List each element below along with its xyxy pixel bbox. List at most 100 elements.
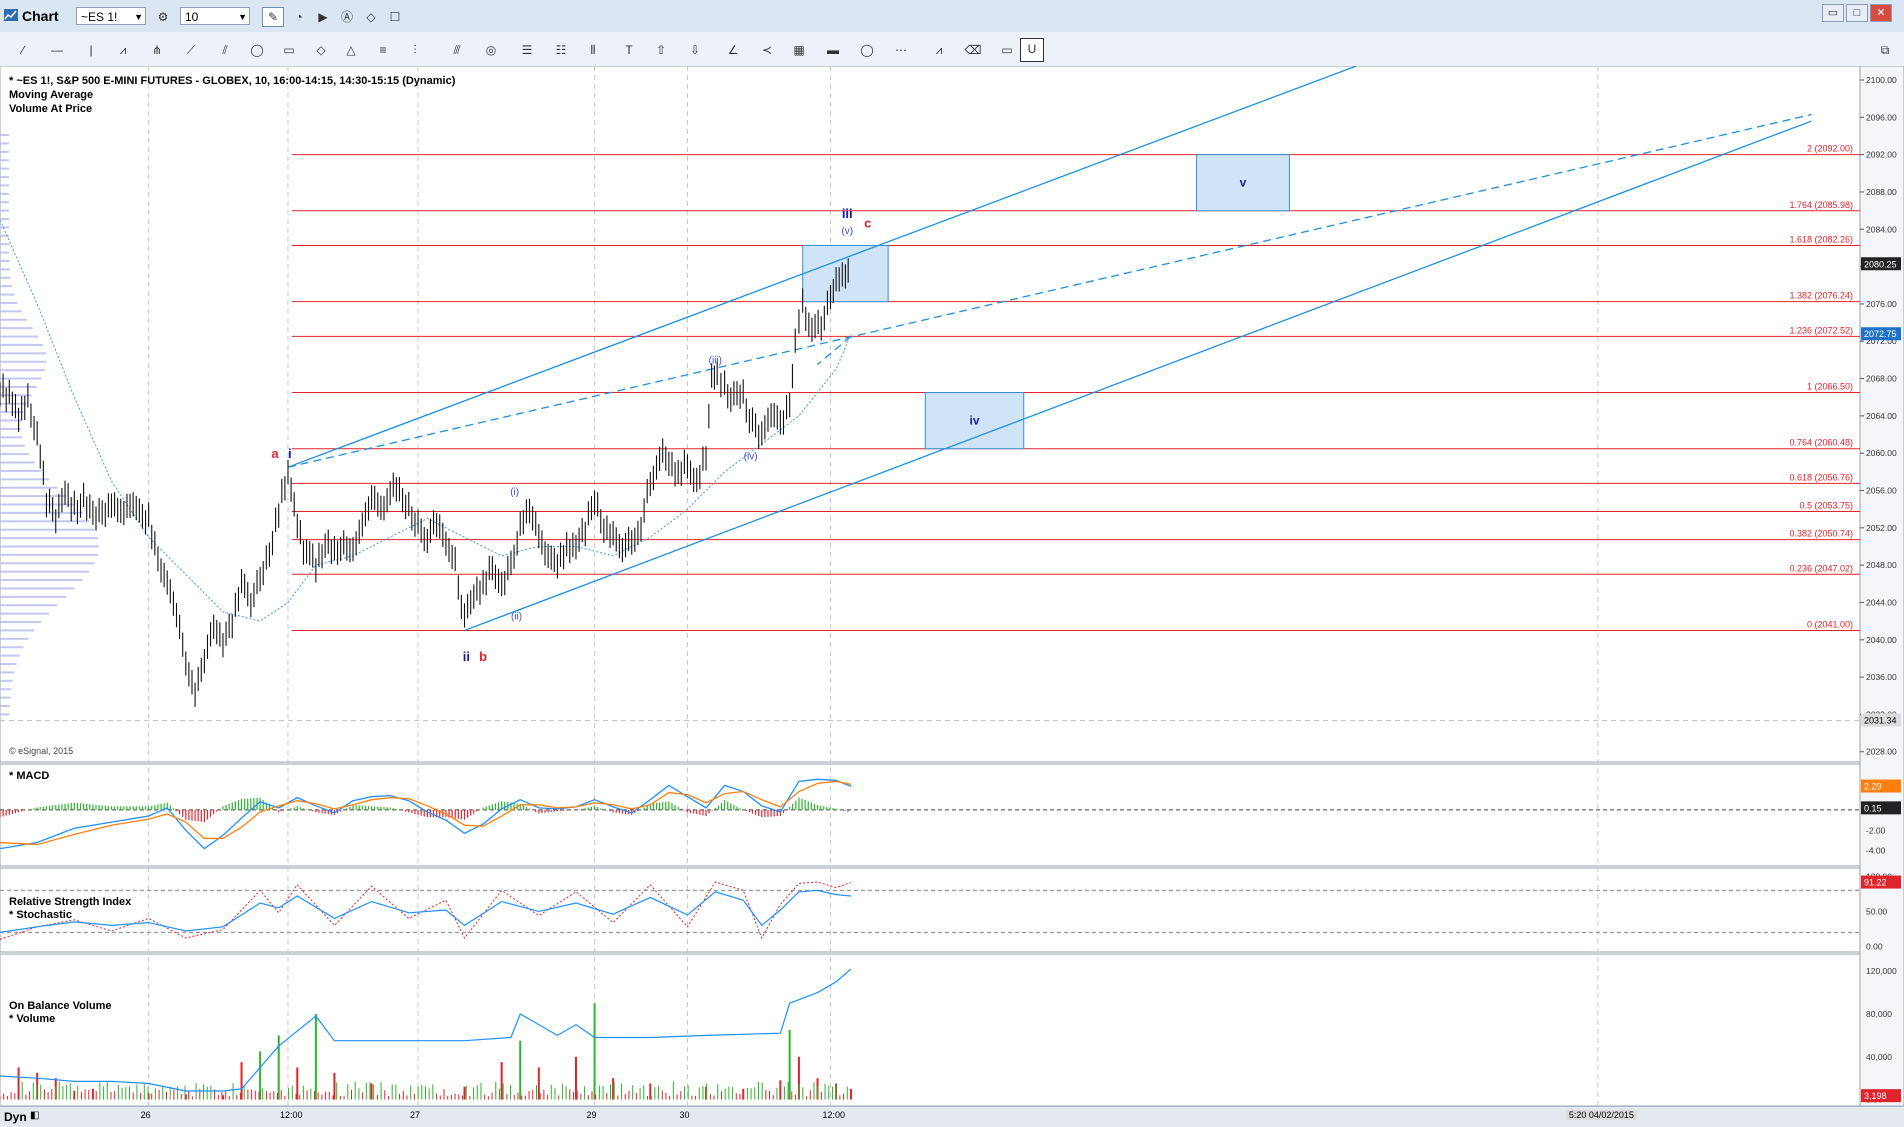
fib-extension-icon[interactable]: ☷ xyxy=(550,40,572,60)
arrow-down-icon[interactable]: ⇩ xyxy=(684,40,706,60)
chevron-down-icon[interactable]: ▼ xyxy=(238,8,247,26)
wave-label: c xyxy=(864,215,871,230)
wave-label: i xyxy=(288,446,292,461)
volume-at-price-bar xyxy=(0,629,35,632)
line-tool-icon[interactable]: ∕ xyxy=(12,40,34,60)
circle-target-icon[interactable]: ◎ xyxy=(480,40,502,60)
volume-at-price-bar xyxy=(0,705,10,708)
volume-at-price-bar xyxy=(0,360,47,363)
angle-tool-icon[interactable]: ∠ xyxy=(722,40,744,60)
y-axis-tick-label: 2048.00 xyxy=(1866,560,1897,570)
volume-at-price-bar xyxy=(0,167,10,170)
y-axis-tick-label: 2088.00 xyxy=(1866,187,1897,197)
macd-axis-label: 2.29 xyxy=(1864,782,1882,792)
volume-at-price-bar xyxy=(0,343,43,346)
x-axis-tick-label: 12:00 xyxy=(822,1110,846,1120)
obv-axis-label: 3,198 xyxy=(1864,1091,1887,1101)
volume-at-price-bar xyxy=(0,192,10,195)
eraser-tool-icon[interactable]: ⌫ xyxy=(962,40,984,60)
vertical-line-tool-icon[interactable]: | xyxy=(80,40,102,60)
volume-at-price-bar xyxy=(0,713,10,716)
text-tool-icon[interactable]: T xyxy=(618,40,640,60)
rsi-panel-label: Relative Strength Index xyxy=(9,896,132,908)
volume-at-price-bar xyxy=(0,436,22,439)
maximize-button[interactable]: □ xyxy=(1846,4,1868,22)
volume-at-price-bar xyxy=(0,469,42,472)
volume-at-price-bar xyxy=(0,142,9,145)
rectangle-tool-icon[interactable]: ▭ xyxy=(278,40,300,60)
ellipse-tool-icon[interactable]: ◯ xyxy=(246,40,268,60)
volume-at-price-bar xyxy=(0,251,10,254)
x-axis-tick-label: 12:00 xyxy=(279,1110,303,1120)
elliott-tool-icon[interactable]: ⩘ xyxy=(928,40,950,60)
restore-button[interactable]: ▭ xyxy=(1822,4,1844,22)
regression-tool-icon[interactable]: ≺ xyxy=(756,40,778,60)
volume-at-price-bar xyxy=(0,570,90,573)
volume-at-price-bar xyxy=(0,646,24,649)
chart-area[interactable]: 2 (2092.00) 1.764 (2085.98) 1.618 (2082.26… xyxy=(0,66,1904,1106)
diamond-tool-icon[interactable]: ◇ xyxy=(310,40,332,60)
eraser-icon[interactable]: ◇ xyxy=(360,7,382,27)
chart-header: * ~ES 1!, S&P 500 E-MINI FUTURES - GLOBE… xyxy=(9,74,455,116)
fib-retracement-icon[interactable]: ☰ xyxy=(516,40,538,60)
chevron-down-icon[interactable]: ▼ xyxy=(134,8,143,26)
bars-tool-icon[interactable]: ⫶ xyxy=(404,40,426,60)
fib-time-icon[interactable]: ⦀ xyxy=(582,40,604,60)
stochastic-panel-label: * Stochastic xyxy=(9,909,72,921)
volume-at-price-bar xyxy=(0,335,39,338)
volume-at-price-bar xyxy=(0,327,33,330)
grid-tool-icon[interactable]: ▦ xyxy=(788,40,810,60)
fib-level-label: 1.618 (2082.26) xyxy=(1789,235,1853,245)
draw-pencil-button[interactable]: ✎ xyxy=(262,7,284,27)
volume-at-price-bar xyxy=(0,176,10,179)
x-axis-tick-label: 29 xyxy=(586,1110,597,1120)
volume-at-price-bar xyxy=(0,587,75,590)
wave-tool-icon[interactable]: ⩘ xyxy=(112,40,134,60)
triangle-tool-icon[interactable]: △ xyxy=(340,40,362,60)
panel-macd-background xyxy=(0,763,1861,867)
wave-box-label: v xyxy=(1240,176,1247,190)
pitchfork-tool-icon[interactable]: ⋔ xyxy=(146,40,168,60)
magnet-tool-icon[interactable]: U xyxy=(1020,38,1044,62)
note-icon[interactable]: ☐ xyxy=(384,7,406,27)
dynamic-mode-label[interactable]: Dyn xyxy=(4,1110,27,1124)
fib-level-label: 1.764 (2085.98) xyxy=(1789,200,1853,210)
pti-tool-icon[interactable]: ⋯ xyxy=(890,40,912,60)
cycle-tool-icon[interactable]: ◯ xyxy=(856,40,878,60)
scroll-left-icon[interactable]: ◧ xyxy=(30,1110,39,1121)
channel-tool-icon[interactable]: ⫻ xyxy=(446,40,468,60)
fan-tool-icon[interactable]: ⟋ xyxy=(180,40,202,60)
volume-at-price-bar xyxy=(0,285,13,288)
panel-settings-icon[interactable]: ⧉ xyxy=(1874,40,1896,60)
comment-tool-icon[interactable]: ▭ xyxy=(996,40,1018,60)
link-icon[interactable]: ⚙ xyxy=(152,7,174,27)
play-icon[interactable]: ▶ xyxy=(312,7,334,27)
volume-at-price-bar xyxy=(0,209,10,212)
volume-at-price-bar xyxy=(0,478,50,481)
fib-level-label: 0.5 (2053.75) xyxy=(1799,500,1853,510)
interval-input[interactable]: 10 ▼ xyxy=(180,7,250,25)
symbol-input[interactable]: ~ES 1! ▼ xyxy=(76,7,146,25)
volume-at-price-bar xyxy=(0,402,27,405)
gann-tool-icon[interactable]: ⫽ xyxy=(214,40,236,60)
volume-at-price-bar xyxy=(0,226,10,229)
interval-value: 10 xyxy=(185,10,199,24)
volume-at-price-bar xyxy=(0,159,9,162)
volume-at-price-bar xyxy=(0,218,10,221)
volume-at-price-bar xyxy=(0,234,10,237)
speedometer-icon[interactable]: ◔ xyxy=(288,7,310,27)
mob-tool-icon[interactable]: ▬ xyxy=(822,40,844,60)
obv-axis-tick-label: 40,000 xyxy=(1866,1052,1892,1062)
alert-icon[interactable]: Ⓐ xyxy=(336,7,358,27)
cursor-datetime-label: 5:20 04/02/2015 xyxy=(1565,1110,1637,1120)
price-axis-label: 2080.25 xyxy=(1864,259,1897,269)
fib-level-label: 1 (2066.50) xyxy=(1807,382,1853,392)
horizontal-line-tool-icon[interactable]: — xyxy=(46,40,68,60)
close-button[interactable]: ✕ xyxy=(1870,4,1892,22)
arrow-up-icon[interactable]: ⇧ xyxy=(650,40,672,60)
parallel-lines-icon[interactable]: ≡ xyxy=(372,40,394,60)
volume-at-price-label: Volume At Price xyxy=(9,103,93,115)
y-axis-tick-label: 2068.00 xyxy=(1866,374,1897,384)
volume-at-price-bar xyxy=(0,671,15,674)
symbol-value: ~ES 1! xyxy=(81,10,118,24)
